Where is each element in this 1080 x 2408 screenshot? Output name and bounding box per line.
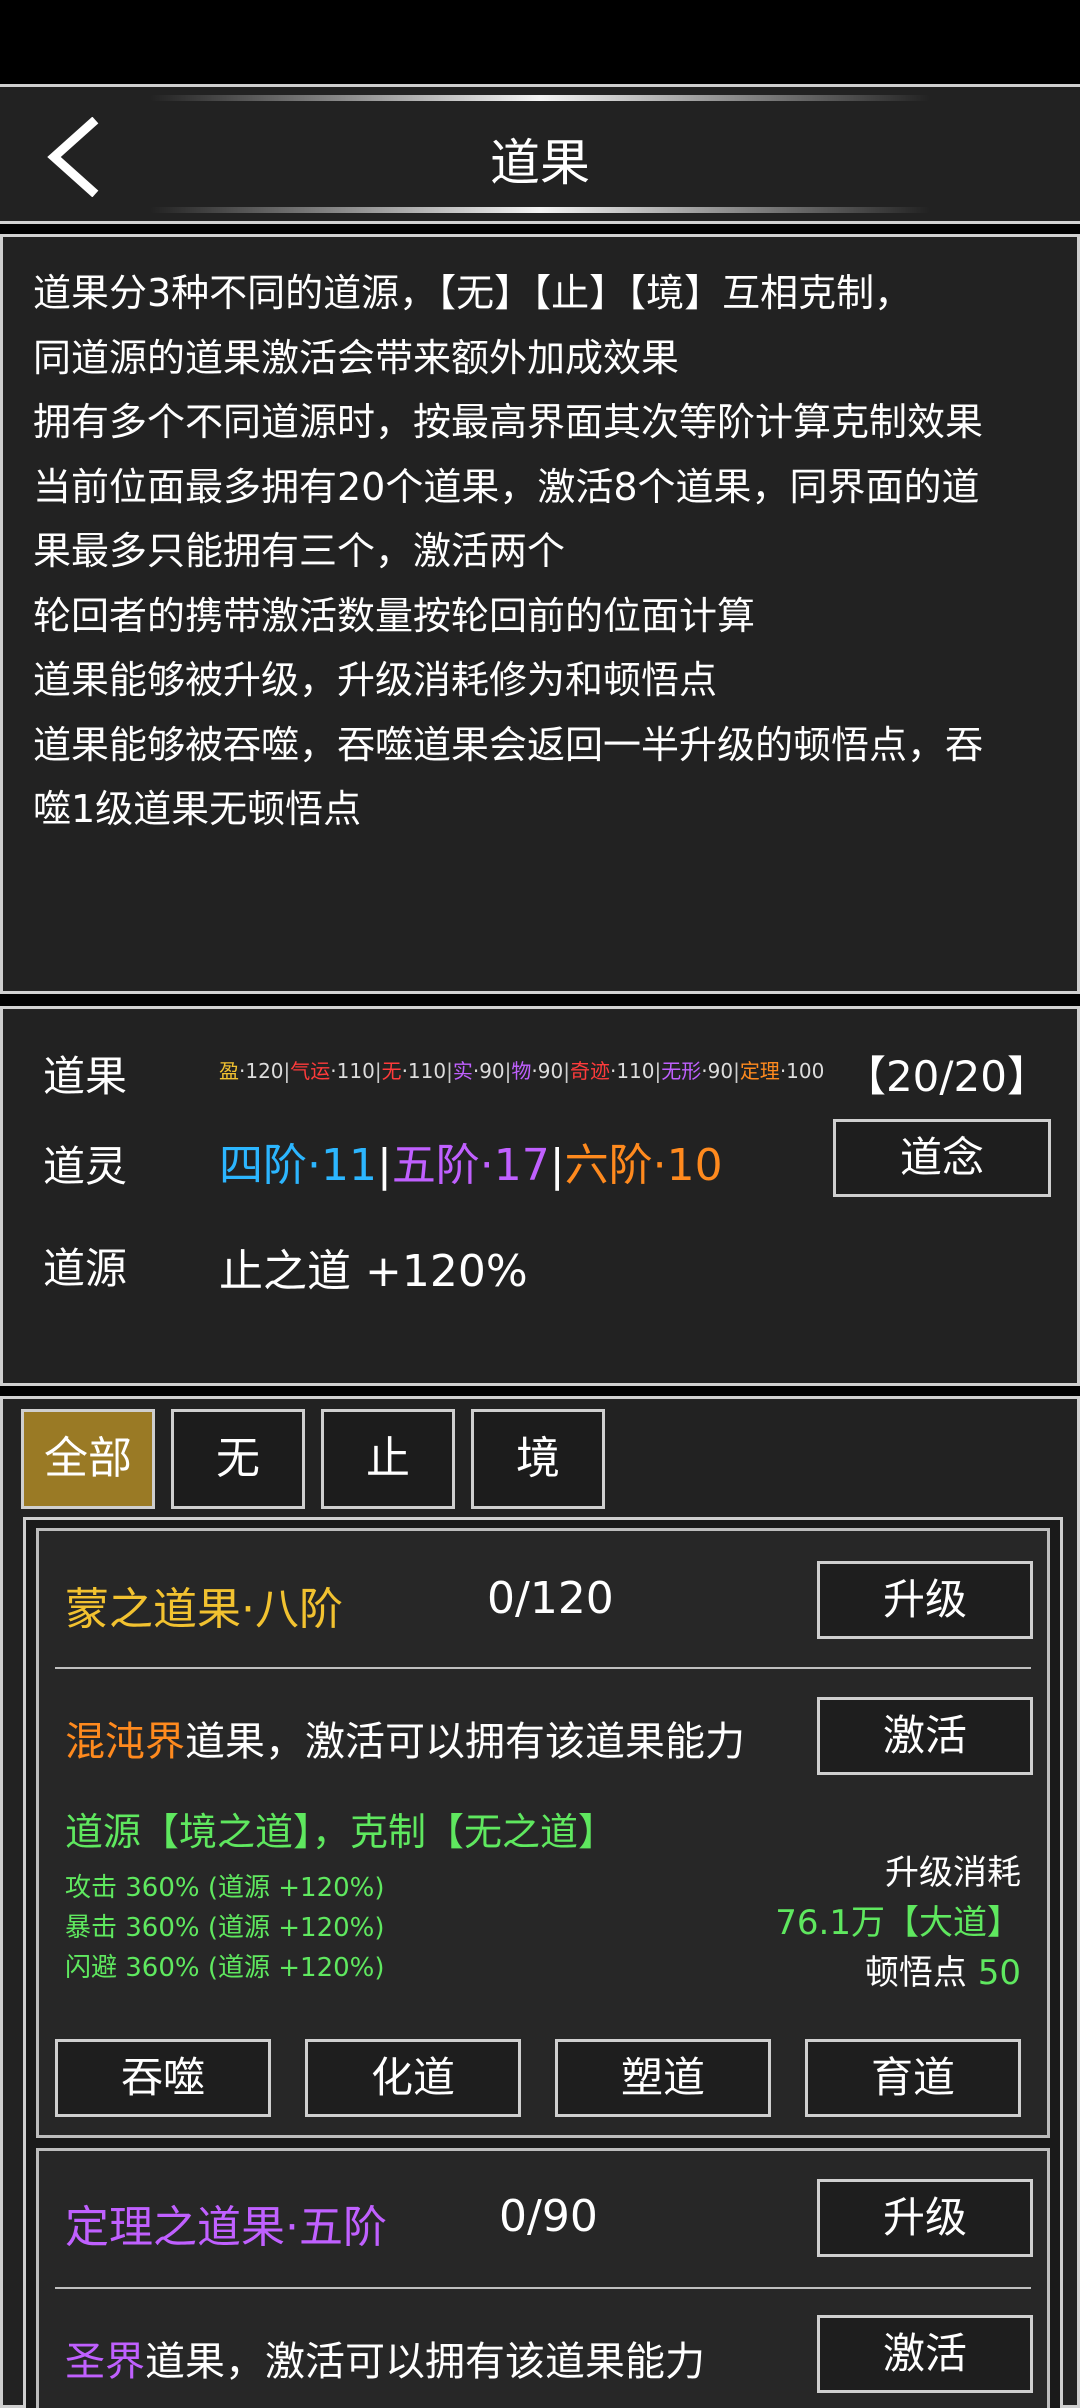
- daoguo-name: 定理之道果·五阶: [65, 2202, 387, 2253]
- page-title: 道果: [490, 134, 590, 192]
- daoguo-type-value: ·100: [779, 1059, 825, 1083]
- dao-source: 道源【境之道】，克制【无之道】: [65, 1810, 617, 1854]
- yudao-button[interactable]: 育道: [805, 2039, 1021, 2117]
- daoguo-type-name: 奇迹: [569, 1059, 610, 1083]
- daoguo-type-value: ·90: [701, 1059, 734, 1083]
- header-bottom-ornament: [150, 207, 930, 213]
- description-line: 同道源的道果激活会带来额外加成效果: [33, 335, 680, 380]
- description-line: 拥有多个不同道源时，按最高界面其次等阶计算克制效果: [33, 400, 984, 444]
- activate-button[interactable]: 激活: [817, 2315, 1033, 2393]
- insight-points: 顿悟点 50: [865, 1945, 1021, 1994]
- tab-jing[interactable]: 境: [471, 1409, 605, 1509]
- separator: |: [563, 1059, 570, 1083]
- upgrade-button[interactable]: 升级: [817, 1561, 1033, 1639]
- upgrade-cost-label: 升级消耗: [885, 1853, 1021, 1893]
- daoguo-name: 蒙之道果·八阶: [65, 1584, 343, 1635]
- separator: |: [549, 1140, 565, 1191]
- daoguo-type-name: 无形: [661, 1059, 702, 1083]
- daoling-tier: 六阶·10: [564, 1140, 723, 1191]
- separator: |: [374, 1059, 382, 1083]
- insight-label: 顿悟点: [864, 1953, 967, 1993]
- daoguo-type-name: 盈: [219, 1059, 239, 1083]
- daoling-breakdown: 四阶·11|五阶·17|六阶·10: [219, 1129, 723, 1193]
- stats-panel: 道果 盈·120|气运·110|无·110|实·90|物·90|奇迹·110|无…: [0, 1006, 1080, 1386]
- daoguo-type-value: ·90: [531, 1059, 564, 1083]
- devour-button[interactable]: 吞噬: [55, 2039, 271, 2117]
- separator: |: [446, 1059, 453, 1083]
- separator: |: [733, 1059, 740, 1083]
- huadao-button[interactable]: 化道: [305, 2039, 521, 2117]
- daoguo-type-name: 定理: [739, 1059, 780, 1083]
- realm-name: 圣界: [65, 2339, 145, 2385]
- separator: |: [376, 1140, 392, 1191]
- daoguo-type-value: ·110: [330, 1059, 375, 1083]
- realm-description: 道果，激活可以拥有该道果能力: [185, 1719, 745, 1765]
- description-line: 当前位面最多拥有20个道果，激活8个道果，同界面的道: [33, 464, 980, 509]
- description-line: 道果分3种不同的道源，【无】【止】【境】互相克制，: [33, 271, 913, 315]
- daoguo-type-name: 无: [381, 1059, 402, 1083]
- insight-value: 50: [977, 1953, 1021, 1993]
- realm-line: 混沌界道果，激活可以拥有该道果能力: [65, 1709, 745, 1767]
- daoguo-type-value: ·110: [401, 1059, 447, 1083]
- daoling-tier: 四阶·11: [219, 1140, 377, 1191]
- description-line: 道果能够被吞噬，吞噬道果会返回一半升级的顿悟点，吞: [33, 722, 984, 767]
- upgrade-cost-value: 76.1万【大道】: [775, 1903, 1021, 1943]
- divider: [55, 1667, 1031, 1669]
- tab-zhi[interactable]: 止: [321, 1409, 455, 1509]
- daoyuan-label: 道源: [43, 1244, 128, 1293]
- activate-button[interactable]: 激活: [817, 1697, 1033, 1775]
- description-line: 轮回者的携带激活数量按轮回前的位面计算: [33, 593, 756, 638]
- daoguo-card: 蒙之道果·八阶 0/120 升级 混沌界道果，激活可以拥有该道果能力 激活 道源…: [36, 1528, 1050, 2138]
- tab-wu[interactable]: 无: [171, 1409, 305, 1509]
- daoguo-type-value: ·110: [609, 1059, 655, 1083]
- daoguo-type-value: ·90: [472, 1059, 505, 1083]
- attribute-crit: 暴击 360% (道源 +120%): [65, 1913, 385, 1943]
- upgrade-button[interactable]: 升级: [817, 2179, 1033, 2257]
- description-line: 噬1级道果无顿悟点: [33, 787, 362, 831]
- daoyuan-value: 止之道 +120%: [219, 1246, 528, 1297]
- tab-all[interactable]: 全部: [21, 1409, 155, 1509]
- attribute-attack: 攻击 360% (道源 +120%): [65, 1873, 385, 1903]
- daoguo-type-name: 物: [511, 1059, 532, 1083]
- daoguo-list-panel: 全部 无 止 境 蒙之道果·八阶 0/120 升级 混沌界道果，激活可以拥有该道…: [0, 1396, 1080, 2408]
- description-line: 道果能够被升级，升级消耗修为和顿悟点: [33, 658, 718, 702]
- daoguo-progress: 0/90: [499, 2191, 598, 2242]
- header-bar: 道果: [0, 84, 1080, 224]
- realm-description: 道果，激活可以拥有该道果能力: [145, 2339, 705, 2385]
- sudao-button[interactable]: 塑道: [555, 2039, 771, 2117]
- daoguo-count: 【20/20】: [843, 1052, 1049, 1101]
- daoguo-type-name: 气运: [290, 1059, 331, 1083]
- attribute-dodge: 闪避 360% (道源 +120%): [65, 1953, 385, 1983]
- description-line: 果最多只能拥有三个，激活两个: [33, 529, 566, 573]
- daoguo-breakdown: 盈·120|气运·110|无·110|实·90|物·90|奇迹·110|无形·9…: [219, 1055, 824, 1084]
- daoguo-type-name: 实: [452, 1059, 473, 1083]
- daonian-button[interactable]: 道念: [833, 1119, 1051, 1197]
- daoling-label: 道灵: [43, 1142, 128, 1191]
- daoguo-progress: 0/120: [487, 1573, 614, 1624]
- description-panel: 道果分3种不同的道源，【无】【止】【境】互相克制， 同道源的道果激活会带来额外加…: [0, 234, 1080, 994]
- realm-line: 圣界道果，激活可以拥有该道果能力: [65, 2329, 705, 2387]
- divider: [55, 2287, 1031, 2289]
- daoguo-card: 定理之道果·五阶 0/90 升级 圣界道果，激活可以拥有该道果能力 激活: [36, 2148, 1050, 2408]
- header-top-ornament: [150, 95, 930, 101]
- daoguo-label: 道果: [43, 1052, 128, 1101]
- realm-name: 混沌界: [65, 1719, 185, 1765]
- daoguo-list[interactable]: 蒙之道果·八阶 0/120 升级 混沌界道果，激活可以拥有该道果能力 激活 道源…: [23, 1517, 1063, 2408]
- daoguo-type-value: ·120: [239, 1059, 284, 1083]
- daoling-tier: 五阶·17: [391, 1140, 550, 1191]
